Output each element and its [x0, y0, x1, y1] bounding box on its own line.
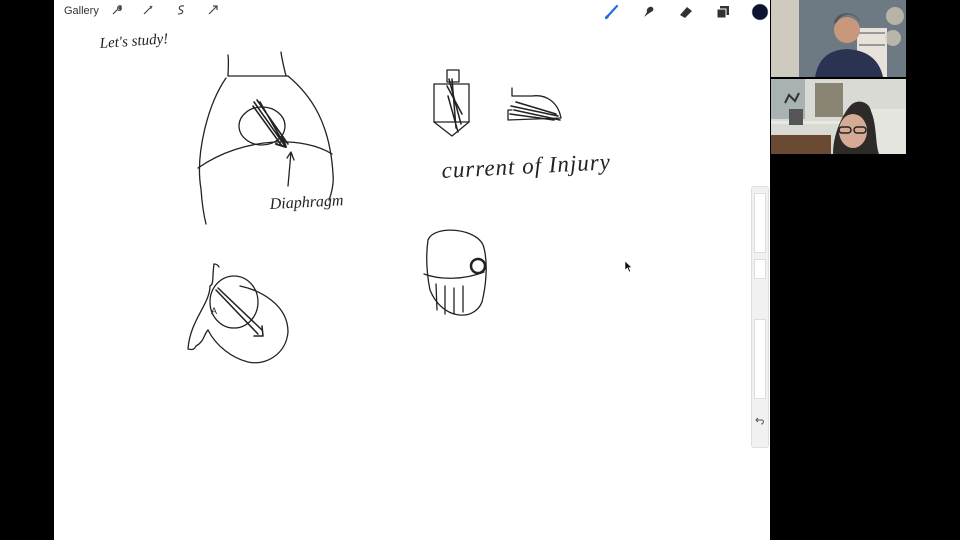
chest-right-wall: [287, 75, 334, 201]
layers-icon[interactable]: [714, 3, 732, 21]
current-of-injury-label: current of Injury: [441, 149, 612, 183]
smudge-icon[interactable]: [640, 3, 658, 21]
selection-icon[interactable]: [176, 5, 186, 18]
participant-video-2[interactable]: [771, 79, 906, 154]
diaphragm-pointer-arrow: [286, 151, 295, 187]
dome-hatching: [509, 101, 561, 121]
participant-video-1[interactable]: [771, 0, 906, 77]
gallery-button[interactable]: Gallery: [64, 5, 99, 17]
drawing-layer: Let's study! Diaphragm current of Injury…: [98, 31, 612, 364]
top-toolbar: Gallery: [54, 0, 770, 24]
heart2-label-a: A: [211, 306, 217, 316]
mouse-cursor: [624, 260, 633, 278]
chest-neck-right: [280, 51, 287, 77]
chest-left-wall: [198, 77, 227, 225]
cylinder-dot: [469, 257, 487, 275]
cylinder-stripes: [435, 283, 464, 315]
tube-hatching: [446, 78, 463, 133]
magic-wand-icon[interactable]: [143, 5, 153, 18]
diaphragm-line: [197, 141, 333, 169]
diaphragm-label: Diaphragm: [268, 192, 344, 213]
color-swatch[interactable]: [751, 3, 769, 21]
heart2-top-edge: [213, 263, 220, 268]
transform-icon[interactable]: [208, 5, 218, 18]
wrench-icon[interactable]: [112, 5, 123, 18]
canvas-heading: Let's study!: [98, 31, 169, 52]
eraser-icon[interactable]: [677, 3, 695, 21]
brush-icon[interactable]: [603, 3, 621, 21]
tube-tip: [433, 121, 470, 137]
